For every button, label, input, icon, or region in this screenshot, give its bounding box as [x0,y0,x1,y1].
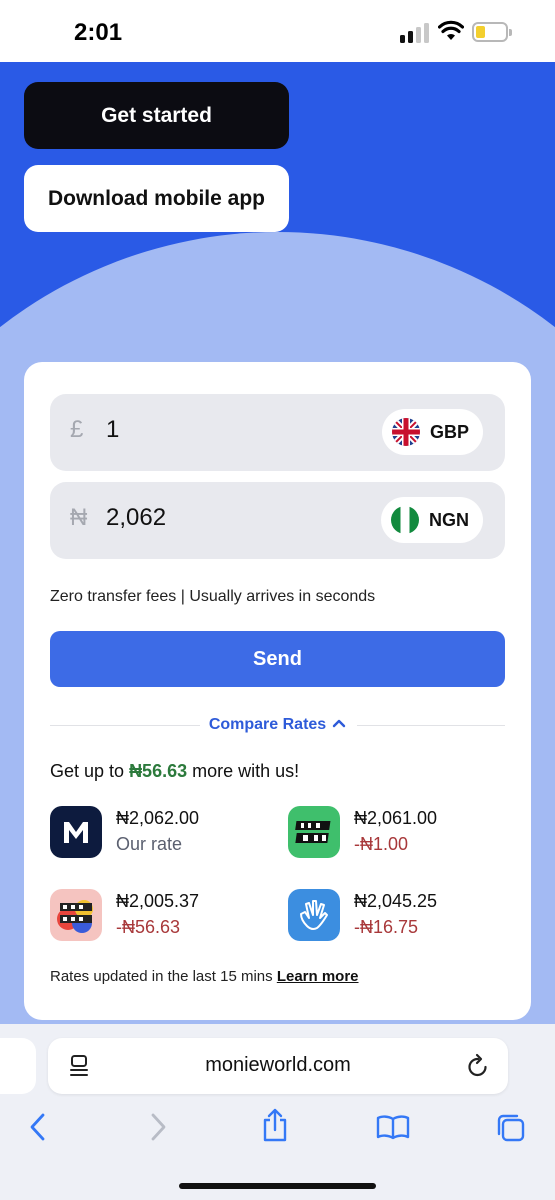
provider-rate: ₦2,045.25 [354,891,438,911]
learn-more-link[interactable]: Learn more [277,968,359,985]
compare-rates-label: Compare Rates [208,716,327,733]
share-icon[interactable] [261,1108,289,1142]
browser-toolbar: monieworld.com [0,1024,555,1200]
send-amount-value[interactable]: 1 [106,416,119,444]
compare-rates-toggle[interactable]: Compare Rates [24,716,531,734]
savings-message: Get up to ₦56.63 more with us! [50,761,300,781]
sendapp-logo-icon [50,889,102,941]
forward-icon[interactable] [148,1112,168,1142]
battery-icon [472,22,512,42]
bookmarks-icon[interactable] [376,1114,410,1140]
send-amount-field[interactable]: £ 1 GBP [50,394,505,471]
reload-icon[interactable] [466,1053,490,1079]
provider-rate: ₦2,005.37 [116,891,200,911]
hero-section: Get started Download mobile app £ 1 GBP [0,62,555,1042]
provider-rate-difference: -₦16.75 [354,917,419,937]
address-bar[interactable]: monieworld.com [48,1038,508,1094]
download-app-button[interactable]: Download mobile app [24,165,289,232]
get-started-button[interactable]: Get started [24,82,289,149]
status-time: 2:01 [74,19,123,46]
provider-rate: ₦2,061.00 [354,808,438,828]
home-indicator [179,1183,376,1189]
tabs-icon[interactable] [495,1112,527,1144]
send-button[interactable]: Send [50,631,505,687]
status-bar: 2:01 [0,0,555,62]
provider-rate: ₦2,062.00 [116,808,200,828]
cellular-signal-icon [400,23,430,43]
converter-card: £ 1 GBP ₦ 2,062 NGN Zero transfer fees |… [24,362,531,1020]
savings-amount: ₦56.63 [129,761,188,781]
wifi-icon [438,20,464,40]
send-currency-symbol: £ [70,416,84,443]
lemfi-logo-icon [288,806,340,858]
send-currency-selector[interactable]: GBP [381,409,483,455]
receive-currency-code: NGN [429,509,469,530]
rates-updated-note: Rates updated in the last 15 mins Learn … [50,968,359,985]
url-text[interactable]: monieworld.com [48,1054,508,1077]
back-icon[interactable] [28,1112,48,1142]
receive-amount-field[interactable]: ₦ 2,062 NGN [50,482,505,559]
send-currency-code: GBP [429,421,469,442]
provider-rate-difference: -₦1.00 [354,834,409,854]
hand-wave-logo-icon [288,889,340,941]
receive-amount-value[interactable]: 2,062 [106,504,166,532]
uk-flag-icon [391,418,420,446]
monieworld-logo-icon [50,806,102,858]
previous-tab-preview[interactable] [0,1038,36,1094]
chevron-up-icon [332,719,346,728]
transfer-info: Zero transfer fees | Usually arrives in … [50,588,376,605]
nigeria-flag-icon [391,506,419,534]
provider-rate-note: Our rate [116,834,183,854]
receive-currency-selector[interactable]: NGN [381,497,483,543]
provider-rate-difference: -₦56.63 [116,917,181,937]
receive-currency-symbol: ₦ [70,504,88,531]
